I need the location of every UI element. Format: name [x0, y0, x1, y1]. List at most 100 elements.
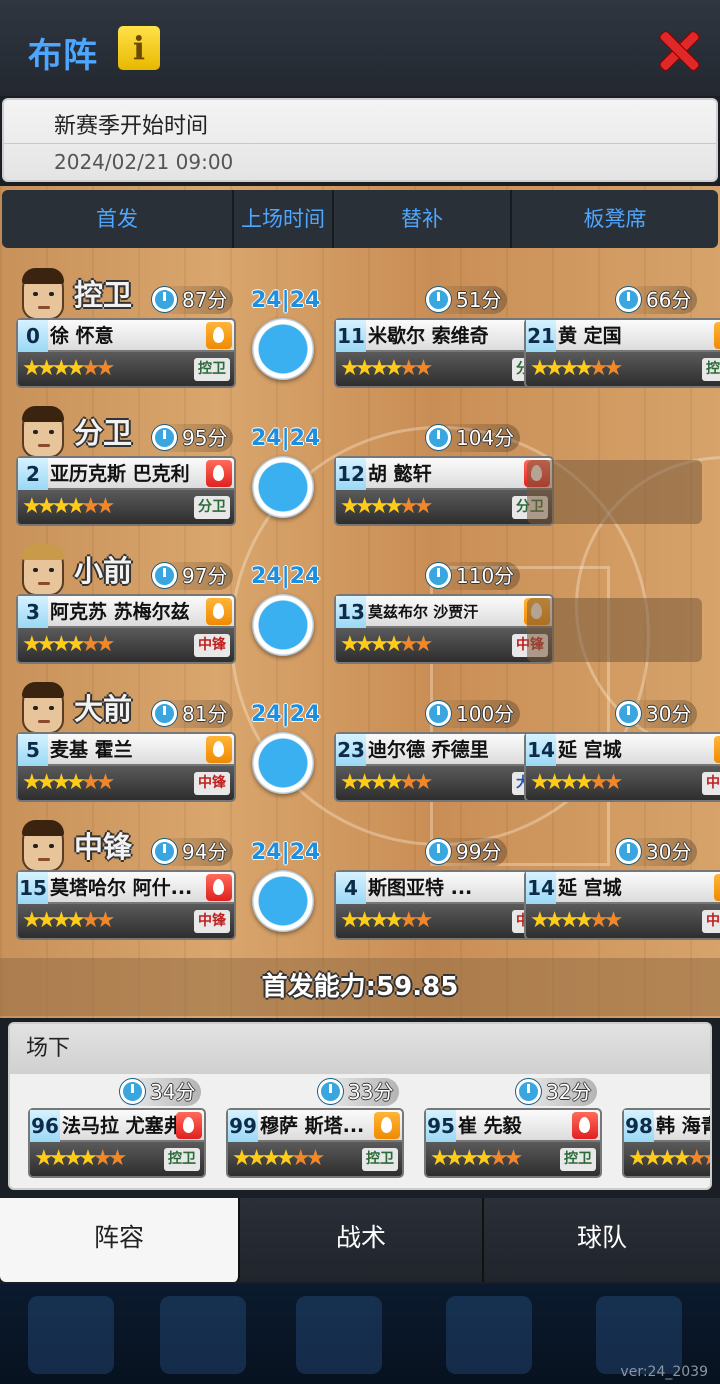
player-card[interactable]: 14 延 宫城 ★★★★★★ 中锋	[524, 732, 720, 802]
player-name: 麦基 霍兰	[50, 739, 133, 761]
card-top: 96 法马拉 尤塞弗	[28, 1108, 206, 1142]
rating-stars: ★★★★★★	[22, 908, 115, 933]
player-card[interactable]: 96 法马拉 尤塞弗 ★★★★★★ 控卫	[28, 1108, 206, 1178]
player-name: 穆萨 斯塔...	[260, 1115, 365, 1137]
minutes-timer: 110分	[424, 562, 521, 590]
rating-stars: ★★★★★★	[530, 770, 623, 795]
minutes-timer: 30分	[614, 838, 698, 866]
position-badge: 控卫	[194, 358, 230, 381]
minutes-value: 66分	[646, 288, 692, 312]
jersey-number: 23	[336, 734, 366, 766]
minutes-value: 97分	[182, 564, 228, 588]
player-card[interactable]: 3 阿克苏 苏梅尔兹 ★★★★★★ 中锋	[16, 594, 236, 664]
season-label: 新赛季开始时间	[54, 114, 209, 139]
card-bottom: ★★★★★★ 控卫	[524, 352, 720, 388]
jersey-number: 0	[18, 320, 48, 352]
player-avatar	[22, 544, 64, 596]
position-row: 控卫 87分 0 徐 怀意 ★★★★★★ 控卫 24|24 51分 11 米歇尔 …	[0, 262, 720, 400]
player-name: 胡 懿轩	[368, 463, 432, 485]
position-badge: 分卫	[194, 496, 230, 519]
clock-icon	[426, 563, 451, 588]
score-display: 24|24	[251, 564, 321, 589]
player-name: 韩 海青	[656, 1115, 710, 1137]
tab-substitutes[interactable]: 替补	[334, 190, 512, 248]
rating-stars: ★★★★★★	[340, 770, 433, 795]
jersey-number: 99	[228, 1110, 258, 1142]
player-card[interactable]: 12 胡 懿轩 ★★★★★★ 分卫	[334, 456, 554, 526]
swap-ball-button[interactable]	[252, 594, 314, 656]
position-row: 大前 81分 5 麦基 霍兰 ★★★★★★ 中锋 24|24 100分 23 迪尔…	[0, 676, 720, 814]
player-name: 迪尔德 乔德里	[368, 739, 489, 761]
nav-icon-2[interactable]	[160, 1296, 246, 1374]
tab-starters[interactable]: 首发	[2, 190, 234, 248]
minutes-value: 99分	[456, 840, 502, 864]
position-label: 大前	[74, 692, 133, 726]
season-date: 2024/02/21 09:00	[54, 150, 234, 174]
minutes-value: 94分	[182, 840, 228, 864]
position-badge: 中锋	[702, 910, 720, 933]
swap-ball-button[interactable]	[252, 870, 314, 932]
score-display: 24|24	[251, 840, 321, 865]
player-card[interactable]: 15 莫塔哈尔 阿什... ★★★★★★ 中锋	[16, 870, 236, 940]
player-card[interactable]: 21 黄 定国 ★★★★★★ 控卫	[524, 318, 720, 388]
card-bottom: ★★★★★★ 分卫	[16, 490, 236, 526]
tab-playing-time[interactable]: 上场时间	[234, 190, 334, 248]
swap-ball-button[interactable]	[252, 732, 314, 794]
clock-icon	[120, 1079, 145, 1104]
player-card[interactable]: 13 莫兹布尔 沙贾汗 ★★★★★★ 中锋	[334, 594, 554, 664]
starting-power: 首发能力:59.85	[0, 958, 720, 1016]
card-top: 15 莫塔哈尔 阿什...	[16, 870, 236, 904]
nav-icon-4[interactable]	[446, 1296, 532, 1374]
tab-team[interactable]: 球队	[484, 1198, 720, 1282]
minutes-timer: 100分	[424, 700, 521, 728]
nav-icon-3[interactable]	[296, 1296, 382, 1374]
card-bottom: ★★★★★★ 中锋	[16, 628, 236, 664]
fire-icon	[714, 736, 720, 763]
close-icon[interactable]	[655, 27, 703, 75]
player-card[interactable]: 5 麦基 霍兰 ★★★★★★ 中锋	[16, 732, 236, 802]
swap-ball-button[interactable]	[252, 456, 314, 518]
info-icon[interactable]: i	[118, 26, 160, 70]
position-label: 控卫	[74, 278, 133, 312]
card-bottom: ★★★★★★ 中锋	[524, 766, 720, 802]
player-name: 斯图亚特 ...	[368, 877, 473, 899]
lineup-tabs: 首发 上场时间 替补 板凳席	[2, 190, 718, 248]
fire-icon	[572, 1112, 598, 1139]
tab-roster[interactable]: 阵容	[0, 1198, 240, 1282]
nav-icon-5[interactable]	[596, 1296, 682, 1374]
score-display: 24|24	[251, 288, 321, 313]
player-card[interactable]: 23 迪尔德 乔德里 ★★★★★★ 大前	[334, 732, 554, 802]
position-row: 小前 97分 3 阿克苏 苏梅尔兹 ★★★★★★ 中锋 24|24 110分 13…	[0, 538, 720, 676]
fire-icon	[206, 460, 232, 487]
tab-bench[interactable]: 板凳席	[512, 190, 718, 248]
nav-icon-1[interactable]	[28, 1296, 114, 1374]
empty-bench-slot[interactable]	[527, 460, 702, 524]
rating-stars: ★★★★★★	[628, 1146, 710, 1171]
player-card[interactable]: 99 穆萨 斯塔... ★★★★★★ 控卫	[226, 1108, 404, 1178]
position-badge: 控卫	[164, 1148, 200, 1171]
player-card[interactable]: 0 徐 怀意 ★★★★★★ 控卫	[16, 318, 236, 388]
clock-icon	[318, 1079, 343, 1104]
player-card[interactable]: 2 亚历克斯 巴克利 ★★★★★★ 分卫	[16, 456, 236, 526]
player-avatar	[22, 682, 64, 734]
jersey-number: 12	[336, 458, 366, 490]
empty-bench-slot[interactable]	[527, 598, 702, 662]
card-top: 11 米歇尔 索维奇	[334, 318, 554, 352]
clock-icon	[426, 425, 451, 450]
fire-icon	[206, 322, 232, 349]
player-card[interactable]: 4 斯图亚特 ... ★★★★★★ 中锋	[334, 870, 554, 940]
clock-icon	[616, 701, 641, 726]
card-bottom: ★★★★★★ 分卫	[334, 490, 554, 526]
player-card[interactable]: 98 韩 海青 ★★★★★★	[622, 1108, 710, 1178]
rating-stars: ★★★★★★	[340, 356, 433, 381]
player-card[interactable]: 95 崔 先毅 ★★★★★★ 控卫	[424, 1108, 602, 1178]
minutes-value: 30分	[646, 840, 692, 864]
player-card[interactable]: 11 米歇尔 索维奇 ★★★★★★ 分卫	[334, 318, 554, 388]
clock-icon	[152, 563, 177, 588]
tab-tactics[interactable]: 战术	[240, 1198, 484, 1282]
swap-ball-button[interactable]	[252, 318, 314, 380]
card-bottom: ★★★★★★	[622, 1142, 710, 1178]
position-label: 分卫	[74, 416, 133, 450]
minutes-value: 30分	[646, 702, 692, 726]
player-card[interactable]: 14 延 宫城 ★★★★★★ 中锋	[524, 870, 720, 940]
